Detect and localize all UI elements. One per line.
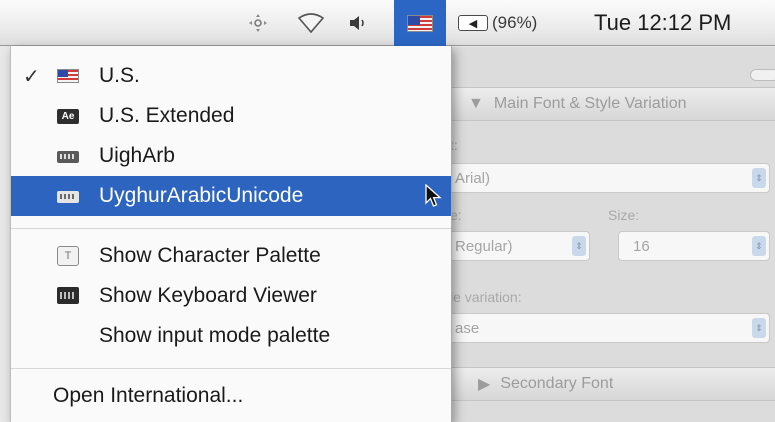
menu-item-label: UyghurArabicUnicode: [99, 184, 304, 207]
ae-keyboard-icon: Ae: [57, 109, 79, 124]
menu-item-label: Show Character Palette: [99, 244, 321, 267]
joystick-icon[interactable]: [242, 0, 274, 46]
menu-clock[interactable]: Tue 12:12 PM: [594, 0, 731, 46]
variation-select-arrows-icon: ⇕: [752, 318, 766, 338]
menu-item-label: UighArb: [99, 144, 175, 167]
menu-item-open-international[interactable]: Open International...: [11, 376, 451, 416]
toolbar-pill[interactable]: [750, 69, 775, 81]
menu-item-us-extended[interactable]: Ae U.S. Extended: [11, 96, 451, 136]
menu-item-label: Open International...: [53, 384, 244, 407]
style-select[interactable]: Regular) ⇕: [448, 231, 590, 261]
menu-item-show-input-mode-palette[interactable]: Show input mode palette: [11, 316, 451, 356]
keyboard-icon: [57, 151, 79, 163]
style-select-arrows-icon: ⇕: [572, 236, 586, 256]
size-select-arrows-icon: ⇕: [752, 236, 766, 256]
secondary-font-section-label: Secondary Font: [500, 375, 614, 392]
us-flag-icon: [407, 14, 433, 32]
keyboard-viewer-icon: [57, 287, 79, 304]
menu-item-us[interactable]: ✓ U.S.: [11, 56, 451, 96]
battery-percent: (96%): [492, 13, 538, 32]
menu-item-label: Show Keyboard Viewer: [99, 284, 317, 307]
menu-item-show-character-palette[interactable]: T Show Character Palette: [11, 236, 451, 276]
size-label: Size:: [608, 207, 640, 223]
main-font-section-header[interactable]: ▼ Main Font & Style Variation: [448, 87, 775, 121]
checkmark-icon: ✓: [23, 65, 40, 88]
menu-bar: ◀ (96%) Tue 12:12 PM: [0, 0, 775, 46]
menu-item-show-keyboard-viewer[interactable]: Show Keyboard Viewer: [11, 276, 451, 316]
variation-select[interactable]: ase ⇕: [448, 313, 770, 343]
us-flag-icon: [57, 69, 79, 83]
background-window: ▼ Main Font & Style Variation t: Arial) …: [448, 47, 775, 422]
main-font-section-label: Main Font & Style Variation: [493, 95, 687, 112]
menu-item-label: Show input mode palette: [99, 324, 331, 347]
battery-icon: ◀: [458, 15, 488, 31]
input-menu-button[interactable]: [394, 0, 446, 46]
menu-item-label: U.S.: [99, 64, 140, 87]
disclosure-right-icon: ▶: [478, 376, 491, 393]
menu-item-ugharb[interactable]: UighArb: [11, 136, 451, 176]
font-select[interactable]: Arial) ⇕: [448, 163, 770, 193]
secondary-font-section-header[interactable]: ▶ Secondary Font: [448, 367, 775, 401]
size-select[interactable]: 16 ⇕: [618, 231, 770, 261]
wifi-icon[interactable]: [294, 0, 328, 46]
keyboard-icon: [57, 191, 79, 203]
font-select-arrows-icon: ⇕: [752, 168, 766, 188]
character-palette-icon: T: [57, 246, 79, 266]
menu-item-uyghur-arabic-unicode[interactable]: UyghurArabicUnicode: [11, 176, 451, 216]
volume-icon[interactable]: [345, 0, 371, 46]
mouse-pointer-icon: [425, 184, 442, 207]
disclosure-down-icon: ▼: [468, 95, 484, 112]
menu-separator: [11, 228, 451, 229]
variation-label: le variation:: [450, 289, 522, 305]
battery-status[interactable]: ◀ (96%): [458, 0, 537, 46]
menu-separator: [11, 368, 451, 369]
menu-item-label: U.S. Extended: [99, 104, 235, 127]
input-menu: ✓ U.S. Ae U.S. Extended UighArb UyghurAr…: [10, 46, 452, 422]
